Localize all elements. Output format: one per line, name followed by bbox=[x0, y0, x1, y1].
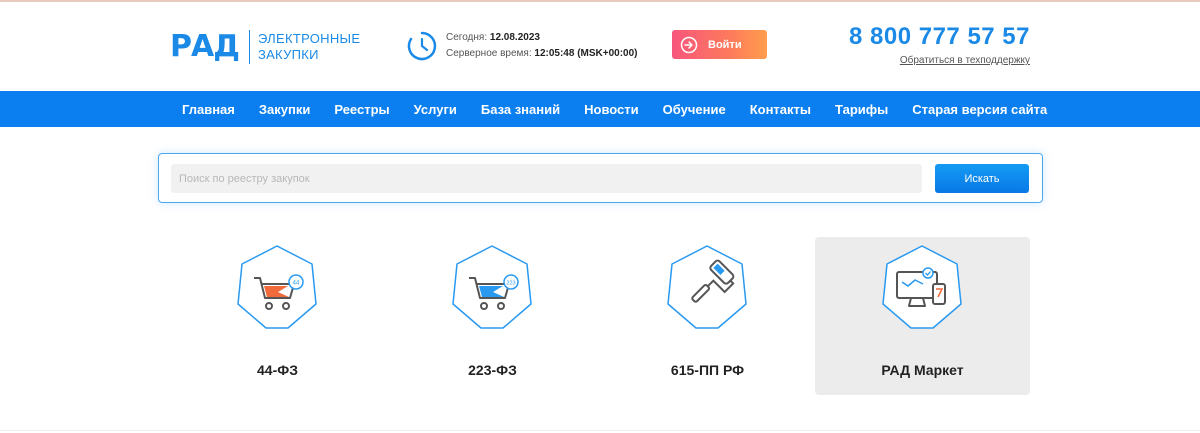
logo-mark: РАД bbox=[170, 29, 240, 64]
support-link[interactable]: Обратиться в техподдержку bbox=[900, 55, 1030, 66]
nav-item-tariffs[interactable]: Тарифы bbox=[835, 102, 888, 117]
clock-icon bbox=[407, 31, 437, 61]
server-time-label: Серверное время: bbox=[446, 48, 532, 59]
server-time-line: Серверное время: 12:05:48 (MSK+00:00) bbox=[446, 46, 638, 62]
footer-divider bbox=[0, 430, 1200, 431]
arrow-right-circle-icon bbox=[680, 36, 698, 53]
cart-223-icon: 223 bbox=[452, 245, 532, 329]
nav-item-registries[interactable]: Реестры bbox=[334, 102, 389, 117]
devices-icon bbox=[882, 245, 962, 329]
nav-item-knowledge-base[interactable]: База знаний bbox=[481, 102, 560, 117]
logo-divider bbox=[248, 30, 250, 64]
date-line: Сегодня: 12.08.2023 bbox=[446, 30, 638, 46]
nav-item-services[interactable]: Услуги bbox=[414, 102, 457, 117]
login-button[interactable]: Войти bbox=[672, 30, 767, 59]
card-label: 223-ФЗ bbox=[468, 362, 517, 378]
nav-item-training[interactable]: Обучение bbox=[663, 102, 726, 117]
cart-44-icon: 44 bbox=[237, 245, 317, 329]
phone-number[interactable]: 8 800 777 57 57 bbox=[849, 24, 1030, 50]
nav-item-contacts[interactable]: Контакты bbox=[750, 102, 811, 117]
logo-text: ЭЛЕКТРОННЫЕ ЗАКУПКИ bbox=[258, 31, 360, 63]
card-label: РАД Маркет bbox=[881, 362, 964, 378]
search-button[interactable]: Искать bbox=[935, 164, 1029, 193]
logo[interactable]: РАД ЭЛЕКТРОННЫЕ ЗАКУПКИ bbox=[170, 30, 360, 64]
nav-item-news[interactable]: Новости bbox=[584, 102, 639, 117]
category-card-615pp[interactable]: 615-ПП РФ bbox=[600, 237, 815, 395]
server-time-block: Сегодня: 12.08.2023 Серверное время: 12:… bbox=[406, 30, 638, 62]
search-panel: Искать bbox=[158, 153, 1043, 203]
login-label: Войти bbox=[708, 38, 742, 51]
site-header: РАД ЭЛЕКТРОННЫЕ ЗАКУПКИ Сегодня: 12.08.2… bbox=[0, 2, 1200, 91]
search-input[interactable] bbox=[171, 164, 922, 193]
card-label: 615-ПП РФ bbox=[670, 362, 745, 378]
category-card-rad-market[interactable]: РАД Маркет bbox=[815, 237, 1030, 395]
logo-text-line1: ЭЛЕКТРОННЫЕ bbox=[257, 31, 361, 46]
paint-roller-icon bbox=[667, 245, 747, 329]
nav-item-purchases[interactable]: Закупки bbox=[259, 102, 310, 117]
category-card-223fz[interactable]: 223 223-ФЗ bbox=[385, 237, 600, 395]
server-time-value: 12:05:48 (MSK+00:00) bbox=[534, 48, 638, 59]
category-card-44fz[interactable]: 44 44-ФЗ bbox=[170, 237, 385, 395]
date-label: Сегодня: bbox=[446, 32, 488, 43]
contact-block: 8 800 777 57 57 Обратиться в техподдержк… bbox=[849, 24, 1030, 68]
nav-item-old-site[interactable]: Старая версия сайта bbox=[912, 102, 1047, 117]
cart-badge-text: 223 bbox=[506, 281, 515, 287]
logo-text-line2: ЗАКУПКИ bbox=[257, 47, 319, 62]
date-value: 12.08.2023 bbox=[489, 32, 540, 43]
card-label: 44-ФЗ bbox=[257, 362, 298, 378]
main-nav: Главная Закупки Реестры Услуги База знан… bbox=[0, 91, 1200, 127]
nav-item-home[interactable]: Главная bbox=[182, 102, 235, 117]
cart-badge-text: 44 bbox=[293, 281, 300, 287]
